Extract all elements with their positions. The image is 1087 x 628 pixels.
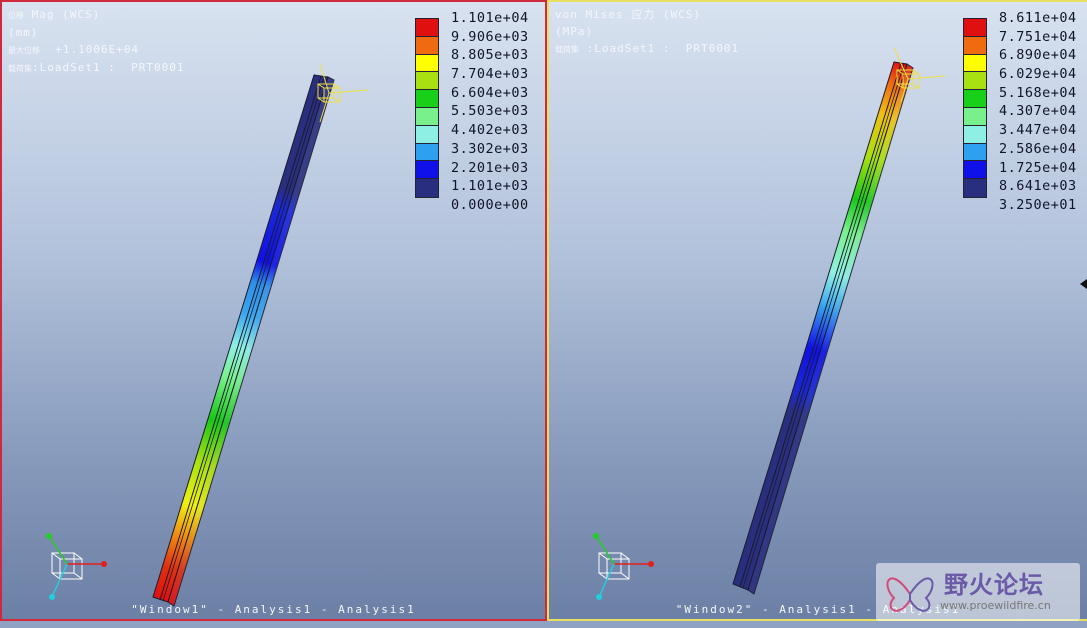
beam-face-side xyxy=(167,76,335,607)
forum-watermark: 野火论坛 www.proewildfire.cn xyxy=(876,563,1080,621)
watermark-text: 野火论坛 xyxy=(944,571,1044,599)
beam-face-side xyxy=(747,63,914,595)
butterfly-logo xyxy=(886,577,934,612)
beam-model-window1[interactable] xyxy=(2,2,547,621)
beam-model-window2[interactable] xyxy=(549,2,1087,621)
mouse-cursor-icon xyxy=(1080,279,1087,289)
watermark-url: www.proewildfire.cn xyxy=(940,599,1051,612)
view-triad xyxy=(46,533,107,600)
viewport-window1[interactable]: 位移 Mag (WCS) (mm) 最大位移 +1.1006E+04 载荷集:L… xyxy=(0,0,547,621)
view-triad xyxy=(593,533,654,600)
viewport-window2[interactable]: von Mises 应力 (WCS) (MPa) 载荷集 :LoadSet1 :… xyxy=(547,0,1087,621)
window-footer: "Window1" - Analysis1 - Analysis1 xyxy=(131,603,416,616)
